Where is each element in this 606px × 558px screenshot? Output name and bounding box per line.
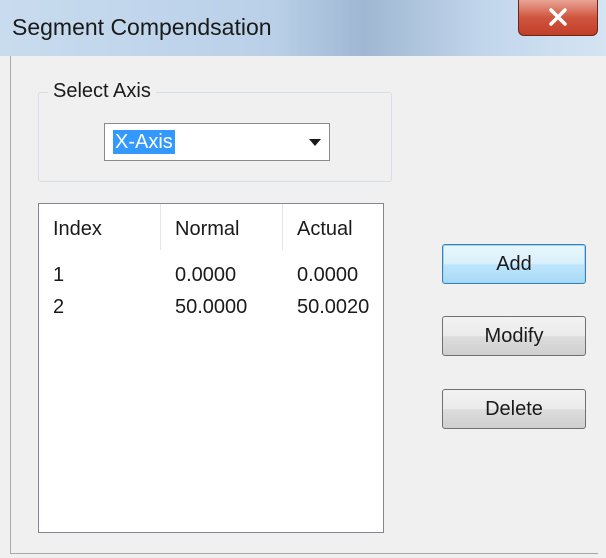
- add-button[interactable]: Add: [442, 244, 586, 284]
- window-title: Segment Compendsation: [12, 14, 272, 40]
- modify-button[interactable]: Modify: [442, 316, 586, 356]
- row-normal: 50.0000: [175, 296, 248, 318]
- row-index: 1: [53, 264, 65, 286]
- row-actual: 0.0000: [297, 264, 359, 286]
- table-header: Index Normal Actual: [39, 204, 383, 250]
- segment-table[interactable]: Index Normal Actual 1 0.0000 0.0000 2 50…: [38, 203, 384, 533]
- row-normal: 0.0000: [175, 264, 237, 286]
- column-header-actual[interactable]: Actual: [283, 204, 383, 250]
- select-axis-label: Select Axis: [48, 80, 156, 103]
- column-header-normal[interactable]: Normal: [161, 204, 283, 250]
- close-icon: [549, 8, 567, 26]
- table-row[interactable]: 1 0.0000 0.0000: [39, 258, 383, 292]
- axis-dropdown-value: X-Axis: [113, 130, 175, 154]
- axis-dropdown[interactable]: X-Axis: [104, 123, 330, 161]
- title-bar: Segment Compendsation: [0, 0, 606, 56]
- close-button[interactable]: [518, 0, 598, 36]
- column-header-index[interactable]: Index: [39, 204, 161, 250]
- table-row[interactable]: 2 50.0000 50.0020: [39, 290, 383, 324]
- row-actual: 50.0020: [297, 296, 370, 318]
- segment-compensation-dialog: Segment Compendsation Select Axis X-Axis…: [0, 0, 606, 558]
- chevron-down-icon[interactable]: [309, 139, 321, 147]
- delete-button[interactable]: Delete: [442, 389, 586, 429]
- row-index: 2: [53, 296, 65, 318]
